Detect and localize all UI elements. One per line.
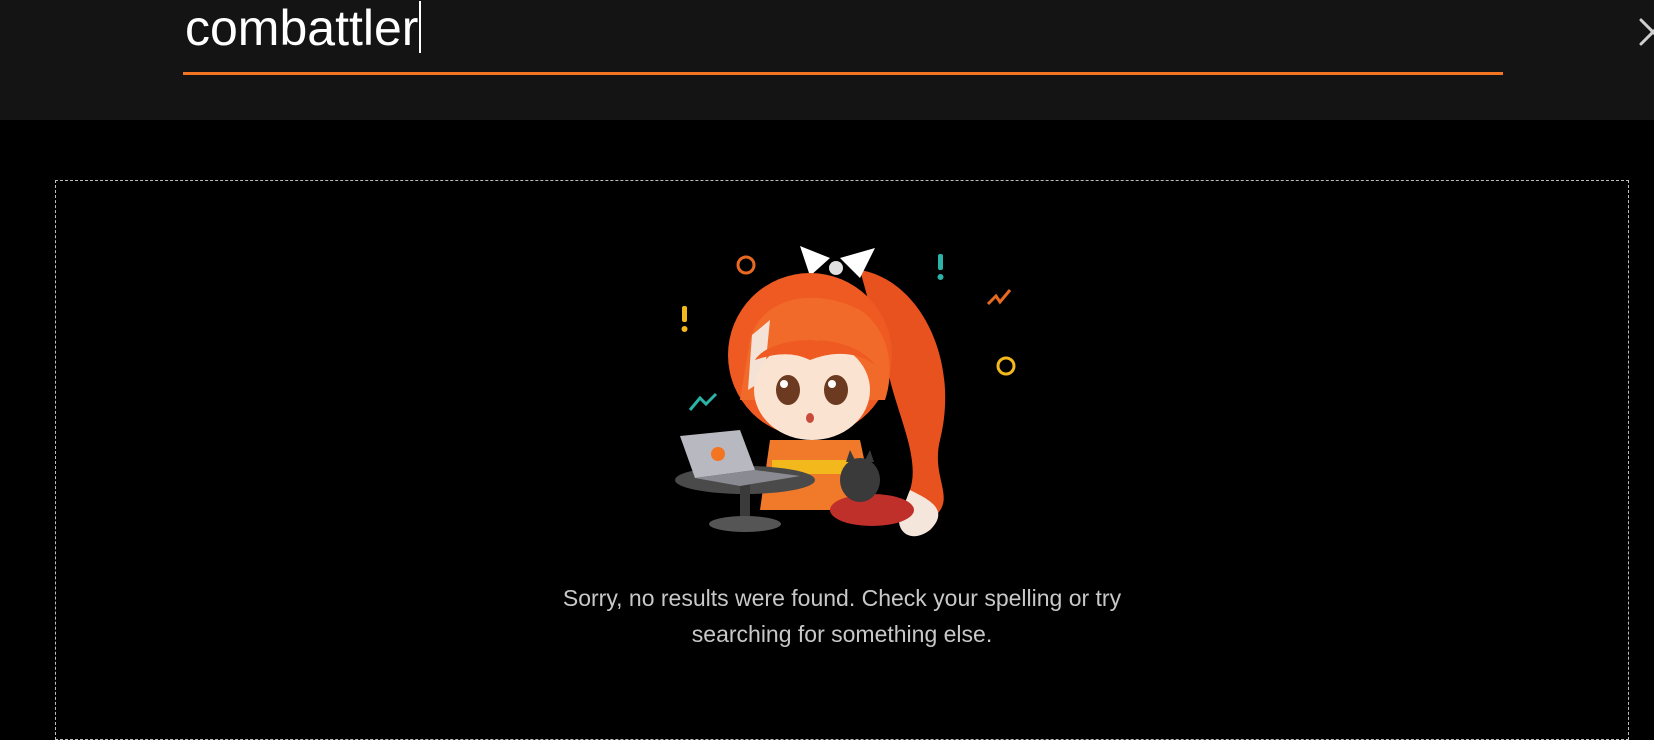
zigzag-orange <box>986 289 1012 306</box>
text-caret <box>419 1 422 53</box>
confetti-circle-orange <box>736 255 756 275</box>
clear-search-button[interactable] <box>1631 10 1654 54</box>
search-input[interactable]: combattler <box>185 0 422 56</box>
mascot-illustration <box>675 246 1016 537</box>
close-icon <box>1639 18 1654 46</box>
exclamation-yellow <box>681 306 688 332</box>
zigzag-teal <box>688 392 718 411</box>
no-results-message: Sorry, no results were found. Check your… <box>562 585 1122 647</box>
search-query-text: combattler <box>185 0 419 56</box>
confetti-circle-yellow <box>996 356 1016 376</box>
search-header: combattler <box>0 0 1654 120</box>
search-field[interactable]: combattler <box>183 0 1654 75</box>
exclamation-teal <box>937 254 944 280</box>
